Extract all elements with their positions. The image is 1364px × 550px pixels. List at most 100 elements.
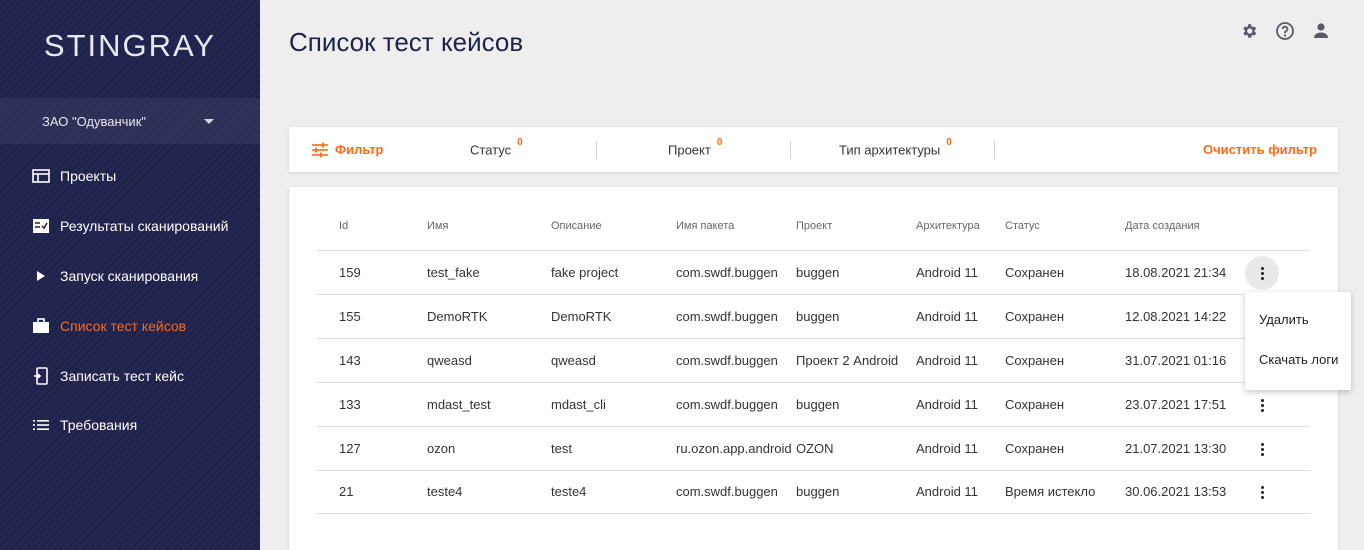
column-header-package[interactable]: Имя пакета — [676, 220, 734, 232]
cell-architecture: Android 11 — [916, 309, 978, 324]
cell-created-date: 30.06.2021 13:53 — [1125, 484, 1227, 499]
top-toolbar — [1238, 20, 1332, 42]
status-filter-count: 0 — [517, 137, 523, 149]
table-row[interactable]: 127 ozon test ru.ozon.app.android OZON A… — [317, 427, 1310, 471]
test-cases-table: Id Имя Описание Имя пакета Проект Архите… — [289, 187, 1338, 550]
sidebar-item-record-test-case[interactable]: Записать тест кейс — [0, 356, 260, 396]
column-header-created-date[interactable]: Дата создания — [1125, 220, 1200, 232]
list-icon — [32, 417, 50, 433]
column-header-description[interactable]: Описание — [551, 220, 602, 232]
table-row[interactable]: 21 teste4 teste4 com.swdf.buggen buggen … — [317, 470, 1310, 514]
filter-sliders-icon — [311, 142, 329, 158]
sidebar-item-requirements[interactable]: Требования — [0, 405, 260, 445]
cell-project: buggen — [796, 265, 840, 280]
cell-package: com.swdf.buggen — [676, 265, 778, 280]
sidebar-item-label: Результаты сканирований — [60, 218, 229, 234]
cell-name: test_fake — [427, 265, 480, 280]
divider — [596, 141, 597, 159]
project-filter[interactable]: Проект 0 — [668, 137, 722, 157]
cell-description: mdast_cli — [551, 397, 606, 412]
sidebar: STINGRAY ЗАО "Одуванчик" Проекты Результ… — [0, 0, 260, 550]
cell-status: Сохранен — [1005, 397, 1065, 412]
cell-id: 159 — [339, 265, 361, 280]
status-filter[interactable]: Статус 0 — [470, 137, 523, 158]
cell-created-date: 12.08.2021 14:22 — [1125, 309, 1227, 324]
company-name: ЗАО "Одуванчик" — [42, 113, 146, 129]
sidebar-item-label: Запуск сканирования — [60, 268, 199, 284]
divider — [994, 141, 995, 159]
cell-id: 127 — [339, 441, 361, 456]
column-header-project[interactable]: Проект — [796, 220, 832, 232]
chevron-down-icon — [204, 118, 214, 124]
status-filter-label: Статус — [470, 142, 512, 158]
filter-button[interactable]: Фильтр — [311, 142, 384, 158]
column-header-status[interactable]: Статус — [1005, 220, 1040, 232]
project-filter-count: 0 — [716, 137, 723, 149]
cell-description: teste4 — [551, 484, 587, 499]
column-header-architecture[interactable]: Архитектура — [916, 220, 980, 232]
row-more-icon[interactable] — [1245, 256, 1279, 290]
table-row[interactable]: 159 test_fake fake project com.swdf.bugg… — [317, 251, 1310, 295]
sidebar-item-run-scan[interactable]: Запуск сканирования — [0, 256, 260, 296]
sidebar-item-label: Проекты — [60, 168, 117, 184]
projects-icon — [32, 168, 50, 184]
cell-status: Время истекло — [1005, 484, 1096, 499]
briefcase-icon — [32, 318, 50, 334]
row-more-icon[interactable] — [1245, 475, 1279, 509]
help-icon[interactable] — [1274, 20, 1296, 42]
row-more-icon[interactable] — [1245, 432, 1279, 466]
menu-item-delete[interactable]: Удалить — [1245, 302, 1351, 342]
user-icon[interactable] — [1310, 20, 1332, 42]
cell-description: qweasd — [551, 353, 596, 368]
sidebar-item-label: Требования — [60, 417, 138, 433]
cell-architecture: Android 11 — [916, 353, 978, 368]
scan-results-icon — [32, 218, 50, 234]
row-actions-menu: Удалить Скачать логи — [1245, 292, 1351, 390]
table-row[interactable]: 155 DemoRTK DemoRTK com.swdf.buggen bugg… — [317, 295, 1310, 339]
architecture-filter-label: Тип архитектуры — [839, 142, 941, 158]
cell-architecture: Android 11 — [916, 397, 978, 412]
column-header-name[interactable]: Имя — [427, 220, 448, 232]
cell-status: Сохранен — [1005, 265, 1065, 280]
play-icon — [32, 268, 50, 284]
cell-package: com.swdf.buggen — [676, 309, 778, 324]
cell-created-date: 23.07.2021 17:51 — [1125, 397, 1227, 412]
cell-description: fake project — [551, 265, 619, 280]
divider — [790, 141, 791, 159]
cell-id: 21 — [339, 484, 354, 499]
architecture-filter-count: 0 — [946, 137, 952, 149]
cell-package: ru.ozon.app.android — [676, 441, 792, 456]
row-more-icon[interactable] — [1245, 388, 1279, 422]
clear-filter-button[interactable]: Очистить фильтр — [1203, 142, 1317, 157]
cell-architecture: Android 11 — [916, 265, 978, 280]
cell-project: OZON — [796, 441, 834, 456]
filter-bar: Фильтр Статус 0 Проект 0 Тип архитектуры 0 … — [289, 127, 1338, 172]
sidebar-item-label: Записать тест кейс — [60, 368, 184, 384]
page-title: Список тест кейсов — [289, 27, 524, 57]
filter-label: Фильтр — [335, 142, 384, 157]
cell-status: Сохранен — [1005, 441, 1065, 456]
table-row[interactable]: 143 qweasd qweasd com.swdf.buggen Проект… — [317, 339, 1310, 383]
cell-name: qweasd — [427, 353, 472, 368]
cell-id: 133 — [339, 397, 361, 412]
column-header-id[interactable]: Id — [339, 220, 348, 232]
app-logo: STINGRAY — [43, 28, 217, 63]
architecture-filter[interactable]: Тип архитектуры 0 — [839, 137, 952, 158]
table-row[interactable]: 133 mdast_test mdast_cli com.swdf.buggen… — [317, 383, 1310, 427]
cell-created-date: 18.08.2021 21:34 — [1125, 265, 1227, 280]
cell-description: test — [551, 441, 572, 456]
cell-architecture: Android 11 — [916, 484, 978, 499]
cell-status: Сохранен — [1005, 309, 1065, 324]
cell-package: com.swdf.buggen — [676, 397, 778, 412]
company-selector[interactable]: ЗАО "Одуванчик" — [0, 98, 260, 144]
sidebar-item-label: Список тест кейсов — [60, 318, 187, 334]
cell-architecture: Android 11 — [916, 441, 978, 456]
sidebar-item-projects[interactable]: Проекты — [0, 156, 260, 196]
sidebar-item-scan-results[interactable]: Результаты сканирований — [0, 206, 260, 246]
cell-name: mdast_test — [427, 397, 491, 412]
sidebar-item-test-cases[interactable]: Список тест кейсов — [0, 306, 260, 346]
cell-project: buggen — [796, 397, 840, 412]
gear-icon[interactable] — [1238, 20, 1260, 42]
menu-item-download-logs[interactable]: Скачать логи — [1245, 342, 1351, 382]
cell-created-date: 31.07.2021 01:16 — [1125, 353, 1227, 368]
